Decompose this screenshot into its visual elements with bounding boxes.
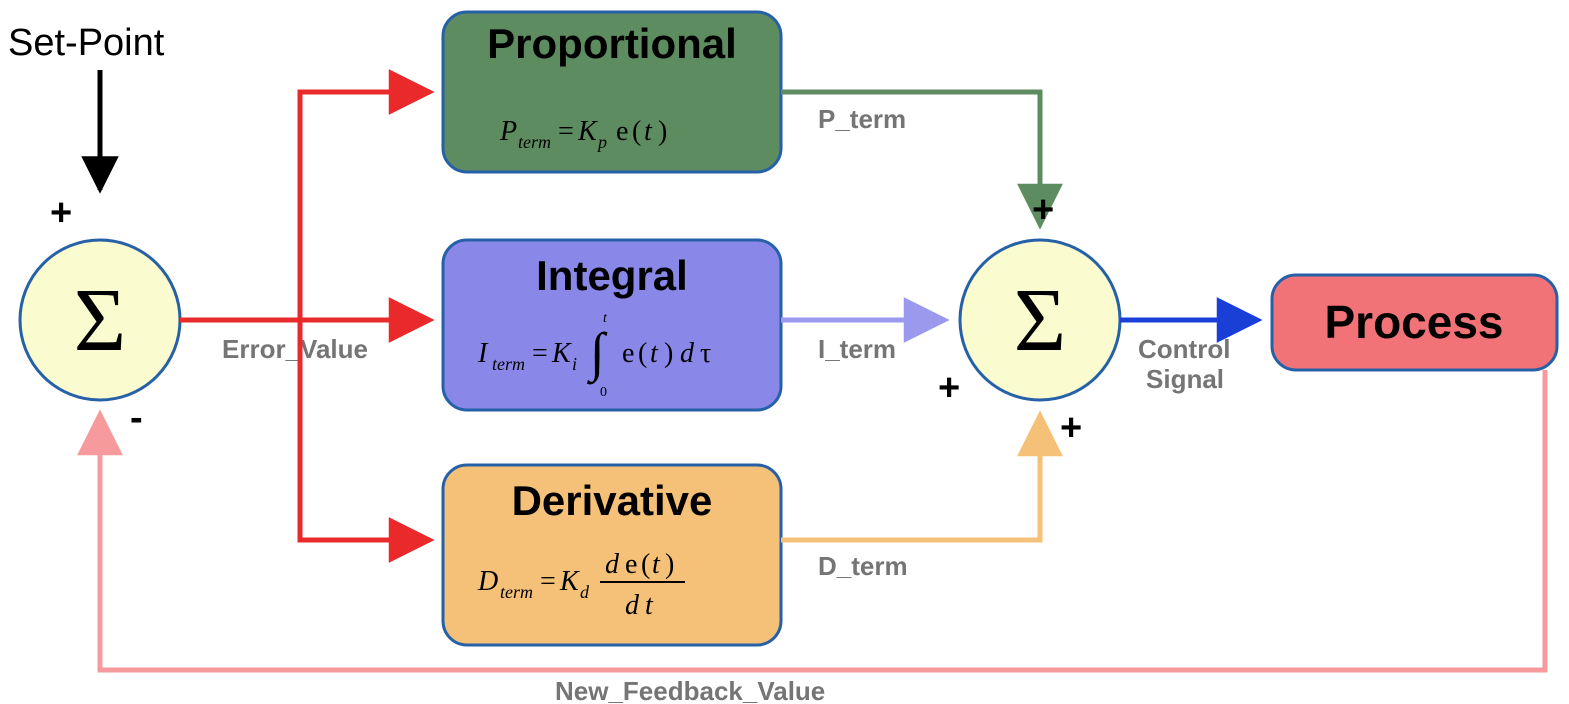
svg-text:(: ( xyxy=(641,549,650,580)
sigma-icon: Σ xyxy=(74,271,126,370)
sigma-icon: Σ xyxy=(1014,271,1066,370)
svg-text:t: t xyxy=(652,549,661,580)
derivative-title: Derivative xyxy=(512,477,713,524)
svg-text:=: = xyxy=(558,116,574,147)
error-branch-up xyxy=(300,92,430,320)
setpoint-label: Set-Point xyxy=(8,22,165,64)
svg-text:p: p xyxy=(596,132,607,152)
svg-text:(: ( xyxy=(632,116,641,147)
svg-text:=: = xyxy=(540,566,556,597)
sum2-plus-bottom: + xyxy=(1060,407,1082,449)
svg-text:=: = xyxy=(532,338,548,369)
feedback-line xyxy=(100,370,1545,670)
svg-text:d: d xyxy=(580,582,590,602)
d-term-line xyxy=(781,415,1040,540)
svg-text:t: t xyxy=(645,590,654,621)
svg-text:P: P xyxy=(499,116,517,147)
svg-text:term: term xyxy=(518,132,551,152)
svg-text:D: D xyxy=(477,566,498,597)
svg-text:): ) xyxy=(658,116,667,147)
svg-text:d: d xyxy=(680,338,695,369)
svg-text:(: ( xyxy=(638,338,647,369)
sum2-plus-left: + xyxy=(938,367,960,409)
svg-text:d: d xyxy=(625,590,640,621)
d-term-label: D_term xyxy=(818,551,908,581)
svg-text:term: term xyxy=(492,354,525,374)
svg-text:I: I xyxy=(477,338,489,369)
svg-text:e: e xyxy=(622,338,634,369)
p-term-label: P_term xyxy=(818,104,906,134)
control-label-2: Signal xyxy=(1146,364,1224,394)
i-term-label: I_term xyxy=(818,334,896,364)
svg-text:0: 0 xyxy=(600,385,607,400)
svg-text:t: t xyxy=(650,338,659,369)
svg-text:e: e xyxy=(616,116,628,147)
svg-text:K: K xyxy=(559,566,580,597)
svg-text:K: K xyxy=(577,116,598,147)
feedback-label: New_Feedback_Value xyxy=(555,676,825,704)
integral-title: Integral xyxy=(536,252,688,299)
sum1-plus-sign: + xyxy=(50,192,72,234)
proportional-title: Proportional xyxy=(487,20,737,67)
svg-text:term: term xyxy=(500,582,533,602)
pid-diagram: Set-Point Σ + - Error_Value Proportional… xyxy=(0,0,1569,704)
control-label-1: Control xyxy=(1138,334,1230,364)
svg-text:): ) xyxy=(664,338,673,369)
svg-text:): ) xyxy=(665,549,674,580)
svg-text:t: t xyxy=(644,116,653,147)
process-title: Process xyxy=(1324,296,1503,348)
svg-text:τ: τ xyxy=(700,338,711,369)
svg-text:i: i xyxy=(572,354,577,374)
sum1-minus-sign: - xyxy=(130,397,143,439)
svg-text:d: d xyxy=(605,549,620,580)
svg-text:K: K xyxy=(551,338,572,369)
svg-text:e: e xyxy=(625,549,637,580)
error-label: Error_Value xyxy=(222,334,368,364)
sum2-plus-top: + xyxy=(1032,189,1054,231)
